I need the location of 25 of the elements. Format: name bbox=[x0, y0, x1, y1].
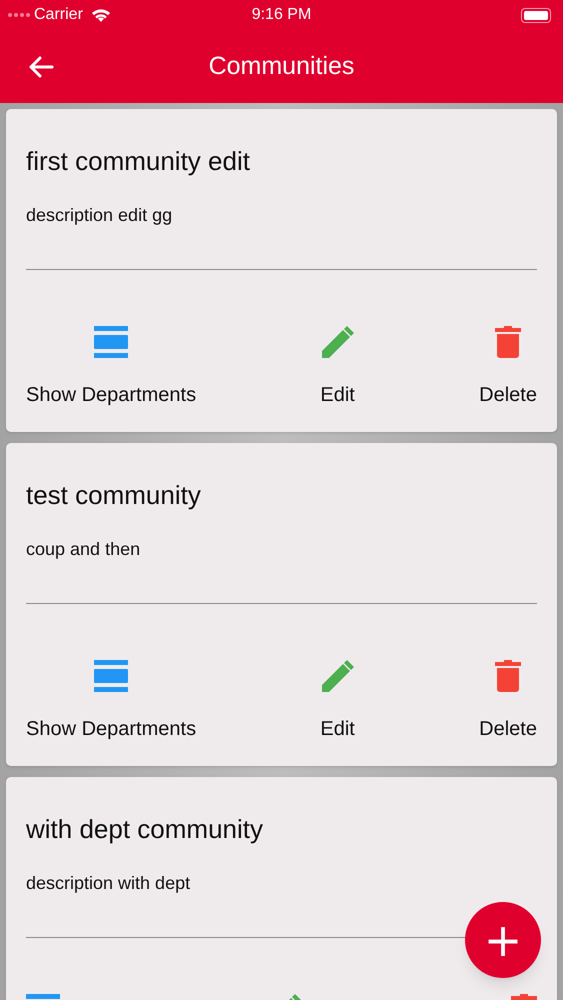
battery-icon bbox=[521, 8, 551, 22]
community-title: first community edit bbox=[26, 145, 251, 177]
community-title: test community bbox=[26, 479, 202, 511]
trash-icon bbox=[495, 326, 522, 358]
clock-label: 9:16 PM bbox=[252, 5, 312, 25]
departments-action[interactable]: Show Departments bbox=[26, 326, 196, 410]
trash-icon bbox=[495, 660, 522, 692]
community-description: description edit gg bbox=[26, 204, 174, 227]
back-arrow-icon bbox=[28, 56, 54, 78]
edit-action[interactable]: Edit bbox=[320, 660, 355, 744]
delete-action[interactable]: Delete bbox=[479, 326, 537, 410]
departments-action[interactable]: Show Departments bbox=[26, 660, 196, 744]
pencil-icon bbox=[322, 326, 354, 358]
screen-title: Communities bbox=[208, 50, 354, 82]
wifi-icon bbox=[90, 8, 111, 22]
list-icon bbox=[94, 326, 128, 358]
community-description: description with dept bbox=[26, 872, 192, 895]
edit-action[interactable]: Edit bbox=[320, 326, 355, 410]
signal-icon bbox=[8, 13, 30, 17]
pencil-icon bbox=[322, 660, 354, 692]
list-icon bbox=[94, 660, 128, 692]
community-title: with dept community bbox=[26, 813, 264, 845]
carrier-label: Carrier bbox=[34, 5, 83, 25]
delete-action[interactable]: Delete bbox=[479, 660, 537, 744]
community-description: coup and then bbox=[26, 538, 142, 561]
